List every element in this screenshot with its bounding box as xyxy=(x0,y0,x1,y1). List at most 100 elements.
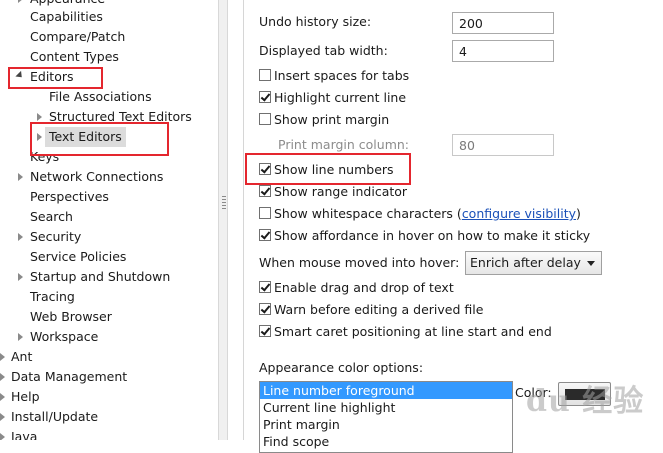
watermark-logo: du 经验 xyxy=(506,370,656,420)
expand-icon[interactable] xyxy=(18,173,23,181)
expand-icon[interactable] xyxy=(18,333,23,341)
expand-icon[interactable] xyxy=(18,0,23,3)
tree-item-label: Capabilities xyxy=(30,9,103,24)
checkbox-label: Insert spaces for tabs xyxy=(274,68,410,83)
tree-item-file-associations[interactable]: File Associations xyxy=(0,87,218,107)
tree-item-label: Data Management xyxy=(11,369,128,384)
highlight-current-line-checkbox[interactable] xyxy=(259,91,271,103)
expand-icon[interactable] xyxy=(18,233,23,241)
tree-item-label: Security xyxy=(30,229,82,244)
preferences-tree: Appearance Capabilities Compare/Patch Co… xyxy=(0,0,218,440)
tab-width-input[interactable]: 4 xyxy=(452,40,554,62)
appearance-color-list[interactable]: Line number foreground Current line high… xyxy=(259,381,513,453)
hover-behavior-value: Enrich after delay xyxy=(470,255,581,270)
warn-derived-file-checkbox[interactable] xyxy=(259,303,271,315)
tree-item-label: Help xyxy=(11,389,40,404)
insert-spaces-checkbox[interactable] xyxy=(259,69,271,81)
hover-behavior-dropdown[interactable]: Enrich after delay xyxy=(465,251,602,275)
link-paren-close: ) xyxy=(576,206,581,221)
list-item[interactable]: Print margin xyxy=(260,416,512,433)
whitespace-label-text: Show whitespace characters xyxy=(274,206,453,221)
show-affordance-checkbox[interactable] xyxy=(259,229,271,241)
tree-item-security[interactable]: Security xyxy=(0,227,218,247)
checkbox-label: Show affordance in hover on how to make … xyxy=(274,228,591,243)
expand-icon[interactable] xyxy=(0,413,5,421)
tree-item-java[interactable]: Java xyxy=(0,427,218,440)
tree-item-label: Perspectives xyxy=(30,189,109,204)
expand-icon[interactable] xyxy=(0,373,5,381)
splitter-grip-icon[interactable] xyxy=(222,196,226,210)
tree-item-help[interactable]: Help xyxy=(0,387,218,407)
highlight-box-editors xyxy=(8,67,103,89)
highlight-current-line-checkbox-row[interactable]: Highlight current line xyxy=(244,88,644,108)
tree-item-search[interactable]: Search xyxy=(0,207,218,227)
tree-item-ant[interactable]: Ant xyxy=(0,347,218,367)
tree-item-startup-and-shutdown[interactable]: Startup and Shutdown xyxy=(0,267,218,287)
tree-item-service-policies[interactable]: Service Policies xyxy=(0,247,218,267)
checkbox-label: Enable drag and drop of text xyxy=(274,280,454,295)
tree-item-web-browser[interactable]: Web Browser xyxy=(0,307,218,327)
expand-icon[interactable] xyxy=(37,113,42,121)
highlight-box-text-editors xyxy=(30,122,169,156)
drag-drop-checkbox[interactable] xyxy=(259,281,271,293)
checkbox-label: Smart caret positioning at line start an… xyxy=(274,324,552,339)
appearance-color-options-label: Appearance color options: xyxy=(259,360,424,375)
list-item[interactable]: Find scope xyxy=(260,433,512,450)
expand-icon[interactable] xyxy=(18,273,23,281)
tree-item-label: Tracing xyxy=(30,289,75,304)
tab-width-label: Displayed tab width: xyxy=(259,43,388,58)
tree-item-label: Install/Update xyxy=(11,409,99,424)
list-item[interactable]: Current line highlight xyxy=(260,399,512,416)
tree-item-install-update[interactable]: Install/Update xyxy=(0,407,218,427)
tree-item-label: Content Types xyxy=(30,49,119,64)
tree-item-label: Workspace xyxy=(30,329,99,344)
tree-item-compare-patch[interactable]: Compare/Patch xyxy=(0,27,218,47)
drag-drop-checkbox-row[interactable]: Enable drag and drop of text xyxy=(244,278,644,298)
tree-item-label: Startup and Shutdown xyxy=(30,269,171,284)
smart-caret-checkbox-row[interactable]: Smart caret positioning at line start an… xyxy=(244,322,644,342)
tree-item-tracing[interactable]: Tracing xyxy=(0,287,218,307)
pane-splitter[interactable] xyxy=(218,0,228,440)
highlight-box-show-line-numbers xyxy=(245,153,411,185)
smart-caret-checkbox[interactable] xyxy=(259,325,271,337)
tree-item-label: Compare/Patch xyxy=(30,29,126,44)
tree-item-label: Web Browser xyxy=(30,309,112,324)
show-print-margin-checkbox-row[interactable]: Show print margin xyxy=(244,110,644,130)
tree-item-perspectives[interactable]: Perspectives xyxy=(0,187,218,207)
show-whitespace-checkbox[interactable] xyxy=(259,207,271,219)
tree-item-network-connections[interactable]: Network Connections xyxy=(0,167,218,187)
checkbox-label: Show range indicator xyxy=(274,184,408,199)
expand-icon[interactable] xyxy=(0,393,5,401)
insert-spaces-checkbox-row[interactable]: Insert spaces for tabs xyxy=(244,66,644,86)
configure-visibility-link[interactable]: configure visibility xyxy=(462,206,576,221)
show-print-margin-checkbox[interactable] xyxy=(259,113,271,125)
tree-item-label: Network Connections xyxy=(30,169,164,184)
undo-history-input[interactable]: 200 xyxy=(452,12,554,34)
undo-history-label: Undo history size: xyxy=(259,14,372,29)
tree-item-label: Service Policies xyxy=(30,249,127,264)
show-affordance-checkbox-row[interactable]: Show affordance in hover on how to make … xyxy=(244,226,644,246)
print-margin-column-label: Print margin column: xyxy=(278,137,410,152)
tree-item-label: Ant xyxy=(11,349,33,364)
show-whitespace-checkbox-row[interactable]: Show whitespace characters (configure vi… xyxy=(244,204,644,224)
checkbox-label: Warn before editing a derived file xyxy=(274,302,484,317)
checkbox-label: Show whitespace characters (configure vi… xyxy=(274,204,581,224)
tree-item-label: Search xyxy=(30,209,73,224)
checkbox-label: Show print margin xyxy=(274,112,390,127)
tree-item-label: File Associations xyxy=(49,89,152,104)
warn-derived-file-checkbox-row[interactable]: Warn before editing a derived file xyxy=(244,300,644,320)
print-margin-column-input[interactable]: 80 xyxy=(452,134,554,156)
expand-icon[interactable] xyxy=(0,353,5,361)
show-range-indicator-checkbox[interactable] xyxy=(259,185,271,197)
tree-item-capabilities[interactable]: Capabilities xyxy=(0,7,218,27)
tree-item-content-types[interactable]: Content Types xyxy=(0,47,218,67)
show-range-indicator-checkbox-row[interactable]: Show range indicator xyxy=(244,182,644,202)
hover-behavior-label: When mouse moved into hover: xyxy=(259,255,460,270)
tree-item-data-management[interactable]: Data Management xyxy=(0,367,218,387)
expand-icon[interactable] xyxy=(0,433,5,440)
chevron-down-icon xyxy=(587,261,595,266)
tree-item-workspace[interactable]: Workspace xyxy=(0,327,218,347)
tree-item-label: Java xyxy=(11,429,38,440)
watermark-text: du 经验 xyxy=(526,384,645,419)
list-item[interactable]: Line number foreground xyxy=(260,382,512,399)
